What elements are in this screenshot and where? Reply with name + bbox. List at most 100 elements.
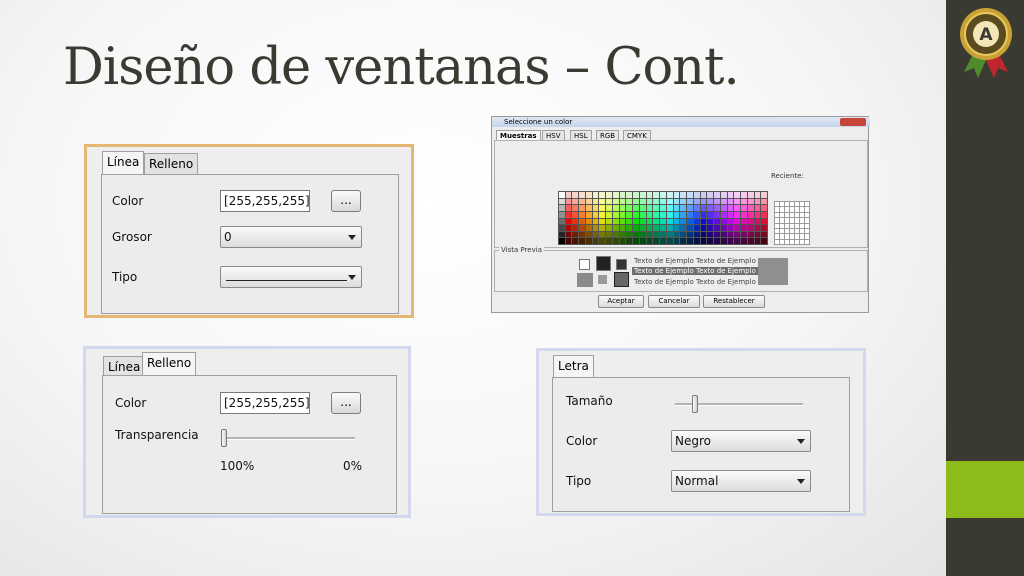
color-swatch[interactable] [747, 192, 754, 198]
recent-swatch[interactable] [775, 218, 779, 223]
recent-swatch[interactable] [800, 228, 804, 234]
color-swatch[interactable] [741, 225, 747, 231]
color-swatch[interactable] [680, 211, 687, 218]
color-swatch[interactable] [559, 231, 565, 238]
transparencia-slider-thumb[interactable] [221, 429, 227, 447]
color-swatch[interactable] [626, 205, 633, 211]
color-swatch[interactable] [633, 211, 639, 218]
color-swatch[interactable] [700, 231, 707, 238]
color-swatch[interactable] [653, 231, 660, 238]
color-swatch[interactable] [579, 205, 585, 211]
color-swatch[interactable] [619, 218, 626, 225]
color-swatch[interactable] [660, 225, 666, 231]
color-swatch[interactable] [592, 238, 599, 244]
color-swatch[interactable] [727, 238, 734, 244]
color-swatch[interactable] [741, 192, 747, 198]
recent-swatch[interactable] [805, 223, 809, 228]
color-swatch[interactable] [653, 238, 660, 244]
color-swatch[interactable] [619, 238, 626, 244]
color-swatch[interactable] [693, 218, 700, 225]
tab-linea[interactable]: Línea [102, 151, 145, 175]
recent-swatch[interactable] [790, 223, 794, 228]
recent-swatch[interactable] [795, 218, 799, 223]
color-swatch[interactable] [714, 192, 720, 198]
color-swatch[interactable] [761, 218, 767, 225]
color-swatch[interactable] [626, 211, 633, 218]
color-swatch[interactable] [666, 238, 673, 244]
recent-swatch[interactable] [780, 207, 784, 212]
color-swatch[interactable] [687, 218, 693, 225]
color-swatch[interactable] [754, 211, 761, 218]
color-swatch[interactable] [666, 198, 673, 205]
color-swatch[interactable] [572, 205, 579, 211]
color-swatch[interactable] [626, 198, 633, 205]
color-swatch[interactable] [565, 211, 572, 218]
recent-swatch[interactable] [790, 207, 794, 212]
color-swatch[interactable] [639, 225, 646, 231]
color-swatch[interactable] [639, 211, 646, 218]
color-swatch[interactable] [633, 225, 639, 231]
color-swatch[interactable] [754, 238, 761, 244]
recent-swatch[interactable] [795, 234, 799, 239]
recent-swatch[interactable] [805, 207, 809, 212]
color-swatch[interactable] [592, 198, 599, 205]
color-swatch[interactable] [633, 231, 639, 238]
color-swatch[interactable] [700, 225, 707, 231]
color-swatch[interactable] [673, 218, 680, 225]
recent-swatch[interactable] [795, 223, 799, 228]
recent-swatch[interactable] [800, 212, 804, 218]
color-swatch[interactable] [747, 211, 754, 218]
color-swatch[interactable] [693, 211, 700, 218]
color-swatch[interactable] [761, 211, 767, 218]
recent-swatch[interactable] [785, 207, 789, 212]
color-swatch[interactable] [687, 192, 693, 198]
tamano-slider-thumb[interactable] [692, 395, 699, 413]
color-swatch[interactable] [585, 192, 592, 198]
close-icon[interactable] [840, 118, 866, 126]
recent-swatch[interactable] [775, 202, 779, 207]
color-swatch[interactable] [639, 218, 646, 225]
color-swatch[interactable] [761, 238, 767, 244]
color-swatch[interactable] [693, 231, 700, 238]
recent-swatch[interactable] [790, 234, 794, 239]
color-swatch[interactable] [565, 192, 572, 198]
color-swatch[interactable] [693, 225, 700, 231]
color-swatch[interactable] [720, 225, 727, 231]
color-swatch[interactable] [680, 225, 687, 231]
color-swatch[interactable] [559, 211, 565, 218]
color-swatch[interactable] [612, 205, 619, 211]
color-swatch[interactable] [592, 211, 599, 218]
color-swatch[interactable] [606, 192, 612, 198]
color-swatch[interactable] [747, 231, 754, 238]
color-swatch[interactable] [700, 218, 707, 225]
color-swatch[interactable] [559, 225, 565, 231]
font-color-select[interactable]: Negro [671, 430, 811, 452]
color-swatch[interactable] [612, 192, 619, 198]
color-swatch[interactable] [700, 238, 707, 244]
color-swatch[interactable] [714, 231, 720, 238]
color-swatch[interactable] [700, 192, 707, 198]
color-swatch[interactable] [660, 218, 666, 225]
color-swatch[interactable] [599, 205, 606, 211]
color-swatch[interactable] [714, 238, 720, 244]
color-swatch[interactable] [626, 225, 633, 231]
color-swatch[interactable] [619, 205, 626, 211]
color-swatch[interactable] [727, 218, 734, 225]
color-swatch[interactable] [720, 238, 727, 244]
cancel-button[interactable]: Cancelar [648, 295, 700, 308]
color-swatch[interactable] [660, 211, 666, 218]
recent-swatch[interactable] [785, 202, 789, 207]
recent-swatch[interactable] [805, 218, 809, 223]
color-swatch[interactable] [572, 218, 579, 225]
color-swatch[interactable] [592, 205, 599, 211]
color-swatch[interactable] [673, 231, 680, 238]
color-swatch[interactable] [666, 231, 673, 238]
tab-muestras[interactable]: Muestras [496, 130, 541, 140]
color-swatch[interactable] [606, 218, 612, 225]
color-swatch[interactable] [747, 225, 754, 231]
color-swatch[interactable] [747, 205, 754, 211]
color-swatch[interactable] [754, 218, 761, 225]
color-swatch[interactable] [585, 231, 592, 238]
recent-swatch[interactable] [785, 218, 789, 223]
color-swatch[interactable] [727, 225, 734, 231]
